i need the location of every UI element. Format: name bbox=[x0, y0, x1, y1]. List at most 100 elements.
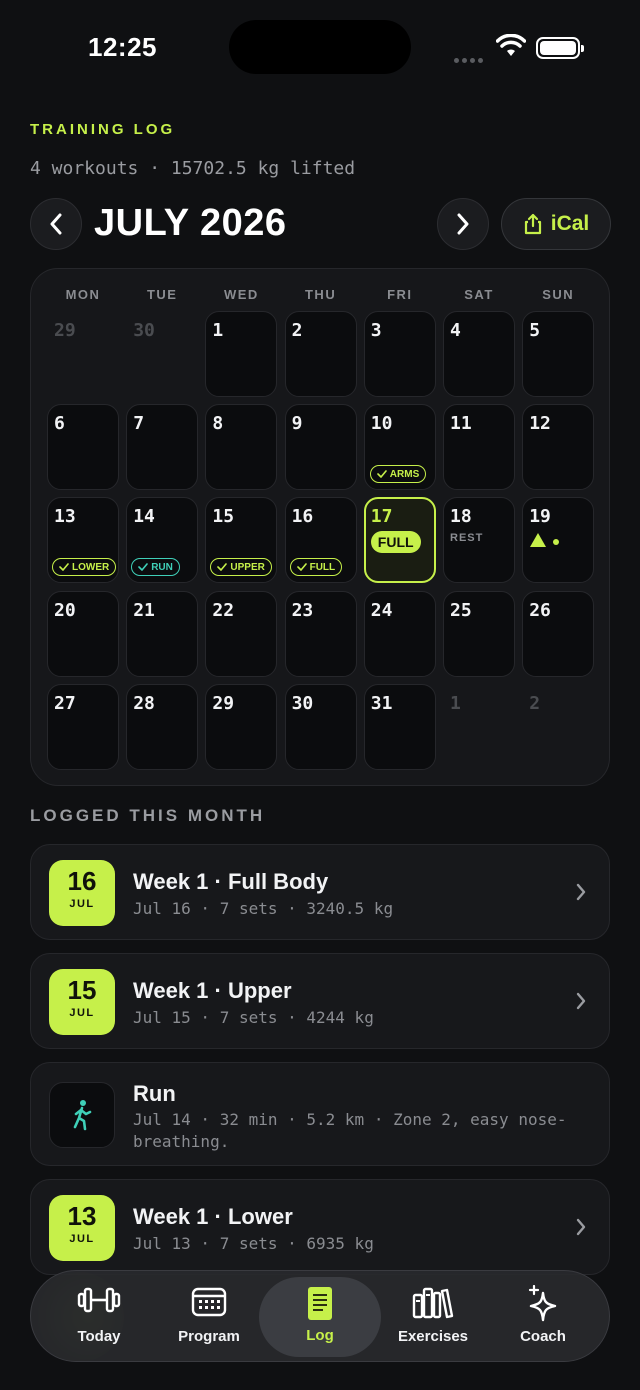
calendar-day[interactable]: 22 bbox=[205, 590, 278, 677]
date-badge: 15 JUL bbox=[49, 969, 115, 1035]
tab-label: Log bbox=[306, 1327, 334, 1344]
day-number: 27 bbox=[54, 692, 76, 714]
tab-today[interactable]: Today bbox=[41, 1271, 157, 1363]
tab-label: Today bbox=[77, 1328, 121, 1345]
calendar-day[interactable]: 23 bbox=[284, 590, 357, 677]
calendar-day[interactable]: 25 bbox=[443, 590, 515, 677]
day-number: 24 bbox=[370, 599, 393, 621]
calendar-day[interactable]: 24 bbox=[363, 590, 436, 677]
day-number: 25 bbox=[450, 599, 472, 621]
day-number: 29 bbox=[212, 692, 235, 714]
month-calendar: MON TUE WED THU FRI SAT SUN 29 30 1 2 3 4 5 6 7 8 9 10 ARMS… bbox=[30, 268, 610, 786]
dumbbell-icon bbox=[77, 1287, 121, 1313]
share-icon bbox=[524, 213, 541, 235]
run-badge bbox=[49, 1082, 115, 1148]
workout-tag: FULL bbox=[289, 558, 343, 577]
month-nav: JULY 2026 iCal bbox=[30, 198, 611, 252]
calendar-day[interactable]: 12 bbox=[522, 404, 595, 491]
calendar-day[interactable]: 2 bbox=[284, 311, 357, 397]
chevron-right-icon bbox=[576, 1218, 586, 1236]
calendar-day[interactable]: 14 RUN bbox=[126, 497, 199, 584]
calendar-day[interactable]: 9 bbox=[284, 404, 357, 491]
calendar-day[interactable]: 31 bbox=[363, 683, 436, 770]
calendar-day[interactable]: 27 bbox=[47, 683, 119, 770]
tab-coach[interactable]: Coach bbox=[485, 1271, 601, 1363]
calendar-day[interactable]: 4 bbox=[443, 311, 515, 397]
calendar-day[interactable]: 13 LOWER bbox=[47, 497, 119, 584]
day-number: 20 bbox=[54, 599, 76, 621]
day-number: 11 bbox=[450, 413, 472, 435]
log-item-upper[interactable]: 15 JUL Week 1 · Upper Jul 15 · 7 sets · … bbox=[30, 953, 610, 1049]
next-month-button[interactable] bbox=[437, 198, 489, 250]
day-number: 30 bbox=[133, 320, 155, 341]
calendar-day[interactable]: 15 UPPER bbox=[205, 497, 278, 584]
ical-export-button[interactable]: iCal bbox=[501, 198, 611, 250]
wifi-icon bbox=[496, 34, 526, 56]
day-number: 30 bbox=[291, 692, 314, 714]
prev-month-button[interactable] bbox=[30, 198, 82, 250]
weekday-header: MON bbox=[65, 287, 101, 302]
calendar-day[interactable]: 16 FULL bbox=[284, 497, 357, 584]
runner-icon bbox=[73, 1100, 92, 1131]
rest-label: REST bbox=[450, 532, 484, 545]
calendar-day[interactable]: 8 bbox=[205, 404, 278, 491]
log-item-run[interactable]: Run Jul 14 · 32 min · 5.2 km · Zone 2, e… bbox=[30, 1062, 610, 1166]
weekday-header: TUE bbox=[146, 287, 178, 302]
calendar-day[interactable]: 6 bbox=[47, 404, 119, 491]
day-number: 1 bbox=[450, 692, 461, 714]
check-icon bbox=[217, 563, 228, 572]
cellular-signal-icon bbox=[454, 50, 488, 63]
log-item-lower[interactable]: 13 JUL Week 1 · Lower Jul 13 · 7 sets · … bbox=[30, 1179, 610, 1275]
tab-log[interactable]: Log bbox=[259, 1277, 381, 1357]
calendar-day[interactable]: 1 bbox=[205, 311, 278, 397]
status-bar: 12:25 bbox=[0, 0, 640, 90]
calendar-day[interactable]: 5 bbox=[522, 311, 595, 397]
calendar-day[interactable]: 18 REST bbox=[443, 497, 515, 584]
check-icon bbox=[296, 563, 307, 572]
tab-exercises[interactable]: Exercises bbox=[375, 1271, 491, 1363]
weekday-header: WED bbox=[223, 287, 259, 302]
workout-tag: RUN bbox=[131, 558, 180, 577]
weekday-header: SUN bbox=[542, 287, 575, 302]
calendar-day[interactable]: 3 bbox=[363, 311, 436, 397]
day-number: 29 bbox=[54, 320, 76, 341]
month-title: JULY 2026 bbox=[94, 202, 287, 244]
date-badge: 16 JUL bbox=[49, 860, 115, 926]
day-number: 10 bbox=[370, 413, 393, 435]
dynamic-island bbox=[229, 20, 411, 74]
log-item-full-body[interactable]: 16 JUL Week 1 · Full Body Jul 16 · 7 set… bbox=[30, 844, 610, 940]
calendar-day[interactable]: 21 bbox=[126, 590, 199, 677]
day-number: 28 bbox=[133, 692, 155, 714]
calendar-day[interactable]: 20 bbox=[47, 590, 119, 677]
notebook-icon bbox=[308, 1287, 332, 1320]
day-number: 7 bbox=[133, 413, 145, 435]
workout-tag: UPPER bbox=[210, 558, 272, 577]
day-number: 2 bbox=[291, 320, 303, 341]
tab-bar: Today Program Log Exercises Coach bbox=[30, 1270, 610, 1362]
calendar-day: 30 bbox=[126, 311, 198, 397]
calendar-day[interactable]: 11 bbox=[443, 404, 515, 491]
day-number: 4 bbox=[450, 320, 461, 341]
calendar-day[interactable]: 10 ARMS bbox=[363, 404, 436, 491]
day-number: 13 bbox=[54, 506, 76, 528]
library-icon bbox=[412, 1287, 454, 1319]
day-number: 21 bbox=[133, 599, 155, 621]
day-number: 26 bbox=[529, 599, 551, 621]
calendar-day[interactable]: 29 bbox=[205, 683, 278, 770]
weekday-header: THU bbox=[304, 287, 337, 302]
log-subtitle: Jul 13 · 7 sets · 6935 kg bbox=[133, 1234, 374, 1253]
calendar-day[interactable]: 7 bbox=[126, 404, 199, 491]
calendar-day: 1 bbox=[443, 684, 515, 770]
calendar-day-today[interactable]: 17 FULL bbox=[363, 497, 436, 584]
calendar-day[interactable]: 30 bbox=[284, 683, 357, 770]
day-number: 31 bbox=[370, 692, 393, 714]
log-title: Week 1 · Lower bbox=[133, 1204, 293, 1229]
ical-label: iCal bbox=[550, 212, 590, 235]
calendar-day[interactable]: 26 bbox=[522, 590, 595, 677]
day-number: 3 bbox=[370, 320, 382, 341]
calendar-day[interactable]: 19 bbox=[522, 497, 595, 584]
tab-program[interactable]: Program bbox=[151, 1271, 267, 1363]
calendar-day: 29 bbox=[47, 311, 119, 397]
calendar-day[interactable]: 28 bbox=[126, 683, 199, 770]
chevron-right-icon bbox=[576, 883, 586, 901]
